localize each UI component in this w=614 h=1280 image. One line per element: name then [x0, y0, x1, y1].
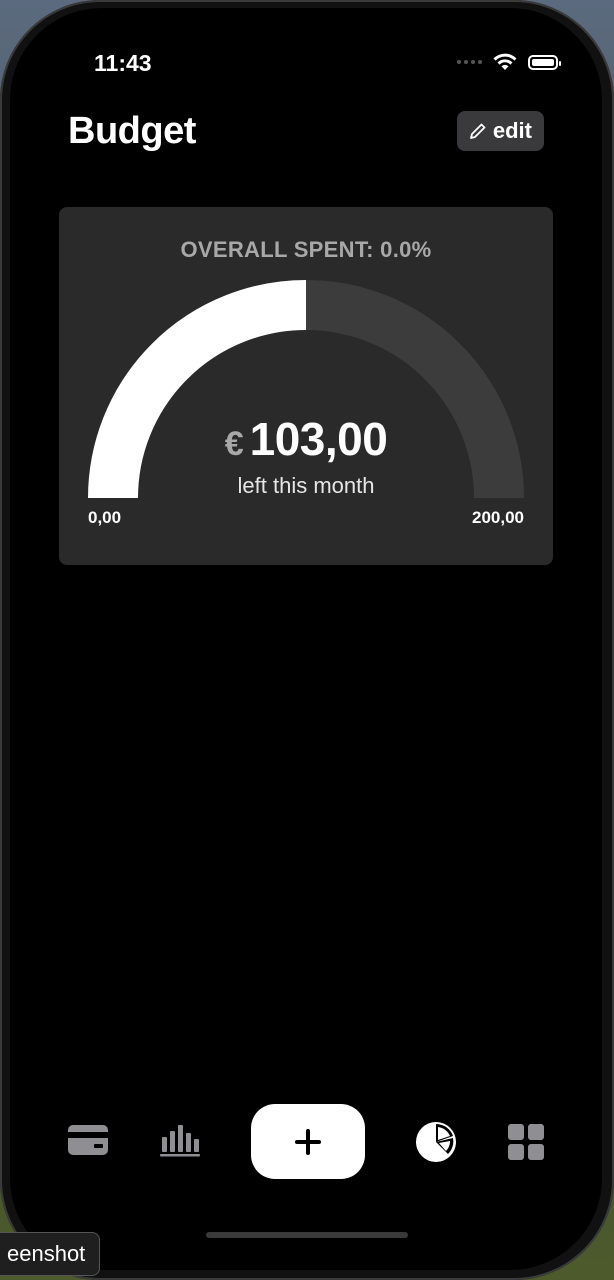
status-time: 11:43: [94, 50, 152, 76]
edit-button[interactable]: edit: [456, 111, 544, 151]
status-icons: [457, 52, 561, 72]
tab-statistics[interactable]: [158, 1122, 202, 1158]
budget-card: OVERALL SPENT: 0.0% € 103,00 left this m…: [59, 207, 553, 565]
grid-icon: [508, 1124, 544, 1160]
phone-screen: 11:43 Budget edit OVERALL SPENT: 0.0% € …: [10, 8, 602, 1270]
home-indicator[interactable]: [206, 1232, 408, 1238]
wifi-icon: [493, 53, 517, 70]
gauge-max-label: 200,00: [472, 508, 524, 527]
signal-dots-icon: [457, 60, 482, 64]
tab-accounts[interactable]: [66, 1122, 110, 1158]
bar-chart-icon: [160, 1125, 200, 1157]
plus-icon: [295, 1128, 321, 1155]
tab-more[interactable]: [506, 1122, 546, 1162]
tab-budget[interactable]: [414, 1120, 458, 1164]
phone-frame: 11:43 Budget edit OVERALL SPENT: 0.0% € …: [0, 0, 614, 1280]
page-title: Budget: [68, 110, 196, 152]
pencil-icon: [469, 123, 486, 139]
gauge-min-label: 0,00: [88, 508, 122, 527]
edit-label: edit: [492, 118, 532, 143]
card-icon: [68, 1125, 108, 1155]
currency-symbol: €: [224, 425, 244, 463]
tab-bar: [10, 1102, 602, 1182]
gauge-fill: [88, 280, 307, 499]
battery-icon: [528, 54, 561, 70]
pie-chart-icon: [416, 1122, 456, 1162]
amount-value: 103,00: [249, 413, 388, 465]
amount-caption: left this month: [237, 473, 375, 498]
amount-left: € 103,00: [59, 412, 553, 466]
screenshot-tooltip: eenshot: [0, 1232, 101, 1276]
add-button[interactable]: [251, 1104, 365, 1179]
